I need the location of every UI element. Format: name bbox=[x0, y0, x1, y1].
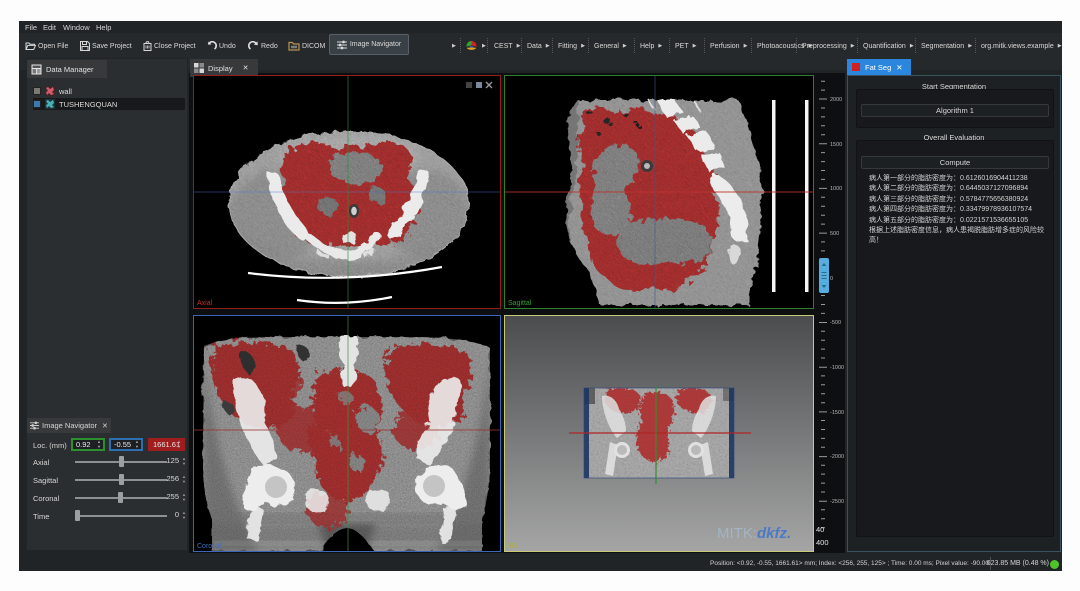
svg-text:1000: 1000 bbox=[830, 186, 842, 192]
svg-text:dkfz.: dkfz. bbox=[757, 525, 791, 542]
svg-text:1500: 1500 bbox=[830, 142, 842, 148]
svg-text:MITK:: MITK: bbox=[717, 525, 757, 542]
svg-text:0: 0 bbox=[830, 276, 833, 282]
svg-text:-1500: -1500 bbox=[830, 410, 844, 416]
svg-text:-2500: -2500 bbox=[830, 499, 844, 505]
svg-text:2000: 2000 bbox=[830, 97, 842, 103]
svg-text:500: 500 bbox=[830, 231, 839, 237]
svg-text:-2000: -2000 bbox=[830, 454, 844, 460]
svg-text:-1000: -1000 bbox=[830, 365, 844, 371]
svg-text:-500: -500 bbox=[830, 320, 841, 326]
